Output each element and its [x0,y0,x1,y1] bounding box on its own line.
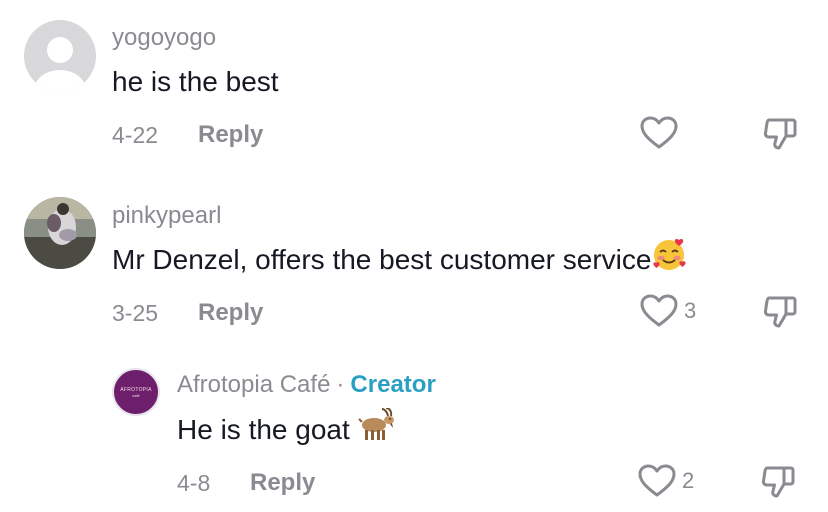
reply-text-content: He is the goat [177,414,350,445]
comment-date: 4-22 [112,122,159,148]
creator-badge: Creator [350,371,436,398]
like-count: 2 [682,468,695,493]
comment-date: 3-25 [112,300,159,326]
reply-date: 4-8 [177,470,211,496]
like-count: 3 [684,298,697,323]
reply-text: He is the goat [177,407,396,449]
comment-username[interactable]: yogoyogo [112,24,216,52]
separator-dot: · [336,371,345,398]
reply-button[interactable]: Reply [250,469,315,497]
reply-button[interactable]: Reply [198,299,263,327]
like-button[interactable] [640,116,684,150]
heart-icon [638,464,676,497]
dislike-button[interactable] [760,464,796,505]
thumbs-down-icon [763,296,797,328]
photo-avatar [24,197,96,269]
thumbs-down-icon [761,466,795,498]
comment-text-content: Mr Denzel, offers the best customer serv… [112,243,652,275]
heart-icon [640,294,678,327]
dislike-button[interactable] [762,294,798,335]
thumbs-down-icon [763,118,797,150]
smiling-face-with-hearts-icon [651,238,687,280]
avatar-logo-subtext: café [132,392,140,398]
reply-username-line: Afrotopia Café · Creator [177,371,436,399]
dislike-button[interactable] [762,116,798,157]
reply-button[interactable]: Reply [198,121,263,149]
heart-icon [640,116,678,149]
creator-avatar[interactable]: AFROTOPIA café [112,368,160,416]
comment-username[interactable]: pinkypearl [112,202,221,230]
avatar[interactable] [24,197,96,269]
like-button[interactable]: 3 [640,294,696,328]
avatar[interactable] [24,20,96,92]
default-avatar-icon [34,37,86,92]
reply-username[interactable]: Afrotopia Café [177,371,330,398]
like-button[interactable]: 2 [638,464,694,498]
comment-text: he is the best [112,66,279,97]
comment-text: Mr Denzel, offers the best customer serv… [112,238,687,280]
goat-icon [357,407,396,449]
